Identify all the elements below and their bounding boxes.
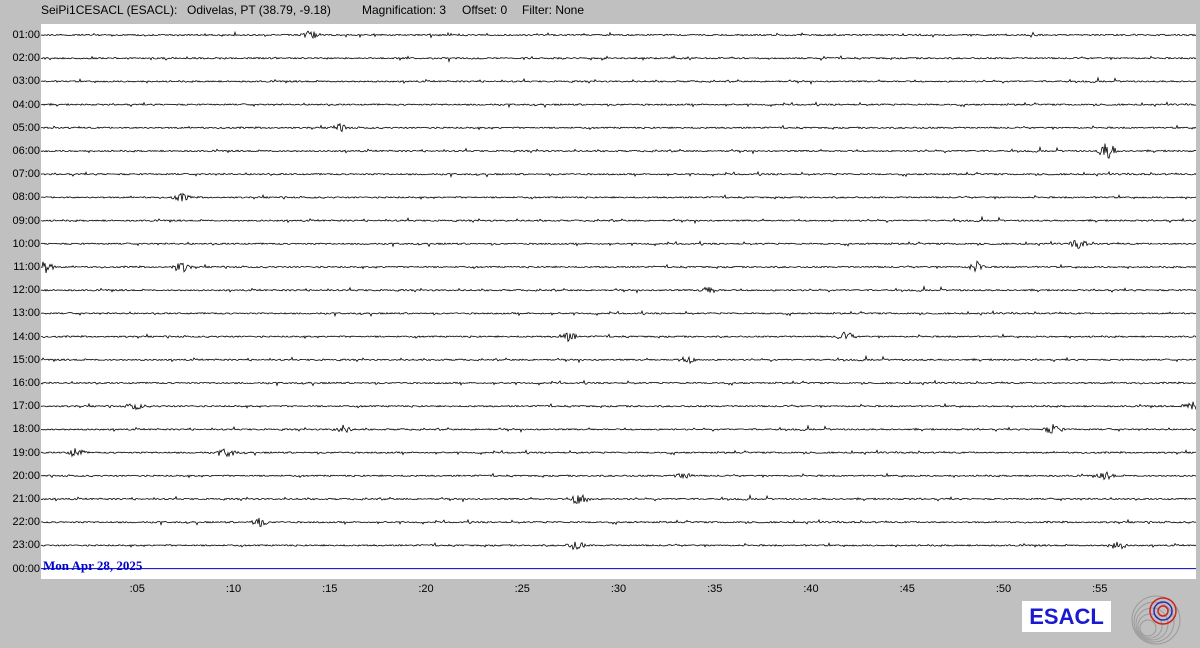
trace-line [41, 401, 1196, 411]
hour-label: 00:00 [12, 562, 40, 575]
trace-line [41, 30, 1196, 40]
trace-line [41, 354, 1196, 365]
header-bar: SeiPi1CESACL (ESACL): Odivelas, PT (38.7… [0, 0, 1200, 22]
minute-tick-label: :50 [995, 583, 1012, 595]
minute-tick-label: :40 [803, 583, 819, 595]
hour-label: 19:00 [12, 446, 40, 459]
hour-label: 22:00 [12, 516, 40, 529]
hour-label: 06:00 [12, 145, 40, 157]
station-name: SeiPi1CESACL (ESACL): [41, 3, 178, 17]
minute-tick-label: :10 [225, 583, 242, 595]
hour-label: 20:00 [12, 469, 40, 482]
trace-line [41, 541, 1196, 551]
station-location: Odivelas, PT (38.79, -9.18) [187, 3, 331, 17]
hour-label: 10:00 [12, 237, 40, 250]
minute-tick-label: :25 [514, 583, 530, 595]
hour-label: 07:00 [12, 168, 40, 181]
date-label: Mon Apr 28, 2025 [43, 558, 143, 573]
hour-label: 14:00 [12, 330, 40, 343]
seismogram-traces [41, 30, 1196, 570]
minute-tick-label: :35 [707, 583, 723, 595]
hour-label: 08:00 [12, 191, 40, 204]
trace-line [41, 448, 1196, 458]
trace-line [41, 310, 1196, 318]
hour-label: 11:00 [13, 261, 40, 273]
hour-label: 12:00 [12, 284, 40, 297]
trace-line [41, 76, 1196, 85]
trace-line [41, 493, 1196, 505]
hour-label: 21:00 [12, 493, 40, 505]
hour-label: 17:00 [12, 400, 40, 413]
minute-tick-label: :30 [610, 583, 627, 595]
minute-tick-label: :05 [129, 583, 145, 595]
trace-line [41, 424, 1196, 434]
offset-readout: Offset: 0 [462, 3, 508, 17]
trace-line [41, 471, 1196, 481]
hour-label: 15:00 [12, 353, 40, 366]
trace-line [41, 192, 1196, 202]
minute-tick-label: :55 [1092, 583, 1108, 595]
trace-line [41, 260, 1196, 274]
trace-line [41, 215, 1196, 225]
trace-line [41, 170, 1196, 178]
hour-label: 18:00 [12, 423, 40, 436]
hour-label: 05:00 [12, 121, 40, 134]
hour-label: 03:00 [12, 75, 40, 88]
hour-label: 09:00 [12, 214, 40, 227]
trace-line [41, 517, 1196, 527]
trace-line [41, 55, 1196, 63]
trace-line [41, 285, 1196, 294]
hour-label: 02:00 [12, 52, 40, 65]
minute-tick-label: :15 [322, 583, 338, 595]
seismograph-logo-icon [1131, 595, 1181, 645]
trace-line [41, 379, 1196, 387]
hour-label: 04:00 [12, 98, 40, 111]
hour-label: 13:00 [12, 307, 40, 320]
minute-tick-label: :45 [899, 583, 915, 595]
trace-line [41, 122, 1196, 133]
helicorder-plot [41, 24, 1196, 579]
minute-tick-label: :20 [418, 583, 434, 595]
hour-label: 16:00 [12, 377, 40, 389]
hour-label: 23:00 [12, 539, 40, 552]
esacl-logo: ESACL [1022, 601, 1111, 632]
trace-line [41, 101, 1196, 109]
trace-line [41, 143, 1196, 159]
trace-line [41, 331, 1196, 343]
filter-readout: Filter: None [522, 3, 585, 17]
magnification-readout: Magnification: 3 [362, 3, 447, 17]
trace-line [41, 240, 1196, 249]
hour-label: 01:00 [12, 29, 40, 41]
